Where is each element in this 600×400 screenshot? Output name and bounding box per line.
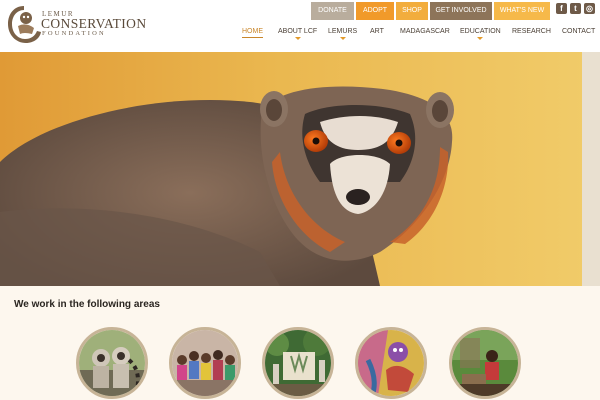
chevron-down-icon <box>294 37 301 40</box>
nav-art[interactable]: ART <box>370 27 384 37</box>
community-group-photo <box>172 330 238 396</box>
get-involved-button[interactable]: GET INVOLVED <box>430 2 492 20</box>
site-header: LEMUR CONSERVATION FOUNDATION DONATE ADO… <box>0 0 600 52</box>
chevron-down-icon <box>339 37 346 40</box>
areas-section: We work in the following areas <box>0 286 600 400</box>
lemur-artwork-photo <box>358 330 424 396</box>
social-links: f t ◎ <box>556 3 595 14</box>
area-art-link[interactable] <box>355 327 427 399</box>
researcher-photo <box>452 330 518 396</box>
section-title: We work in the following areas <box>14 299 160 310</box>
nav-home[interactable]: HOME <box>242 27 263 38</box>
nav-madagascar[interactable]: MADAGASCAR <box>400 27 450 37</box>
nav-art-label: ART <box>370 28 384 35</box>
area-forest-link[interactable] <box>262 327 334 399</box>
area-community-link[interactable] <box>169 327 241 399</box>
nav-education-label: EDUCATION <box>460 28 501 35</box>
nav-contact-label: CONTACT <box>562 28 596 35</box>
whats-new-button[interactable]: WHAT'S NEW <box>494 2 550 20</box>
instagram-icon[interactable]: ◎ <box>584 3 595 14</box>
ring-tailed-lemurs-photo <box>79 330 145 396</box>
nav-contact[interactable]: CONTACT <box>562 27 595 37</box>
shop-button[interactable]: SHOP <box>396 2 428 20</box>
nav-research[interactable]: RESEARCH <box>512 27 551 37</box>
nav-research-label: RESEARCH <box>512 28 551 35</box>
forest-sign-photo <box>265 330 331 396</box>
adopt-button[interactable]: ADOPT <box>356 2 394 20</box>
area-lemurs-link[interactable] <box>76 327 148 399</box>
lcf-logo[interactable]: LEMUR CONSERVATION FOUNDATION <box>4 2 154 48</box>
top-button-bar: DONATE ADOPT SHOP GET INVOLVED WHAT'S NE… <box>311 2 550 20</box>
nav-education[interactable]: EDUCATION <box>460 27 501 40</box>
nav-home-label: HOME <box>242 28 263 35</box>
lemur-logo-icon <box>8 6 41 43</box>
nav-lemurs-label: LEMURS <box>328 28 358 35</box>
area-research-link[interactable] <box>449 327 521 399</box>
nav-about-lcf[interactable]: ABOUT LCF <box>278 27 318 40</box>
nav-lemurs[interactable]: LEMURS <box>328 27 358 40</box>
chevron-down-icon <box>477 37 484 40</box>
twitter-icon[interactable]: t <box>570 3 581 14</box>
logo-line-3: FOUNDATION <box>42 30 106 37</box>
facebook-icon[interactable]: f <box>556 3 567 14</box>
donate-button[interactable]: DONATE <box>311 2 354 20</box>
nav-madagascar-label: MADAGASCAR <box>400 28 450 35</box>
nav-about-label: ABOUT LCF <box>278 28 318 35</box>
mongoose-lemur-photo <box>0 52 600 286</box>
hero-image <box>0 52 600 286</box>
